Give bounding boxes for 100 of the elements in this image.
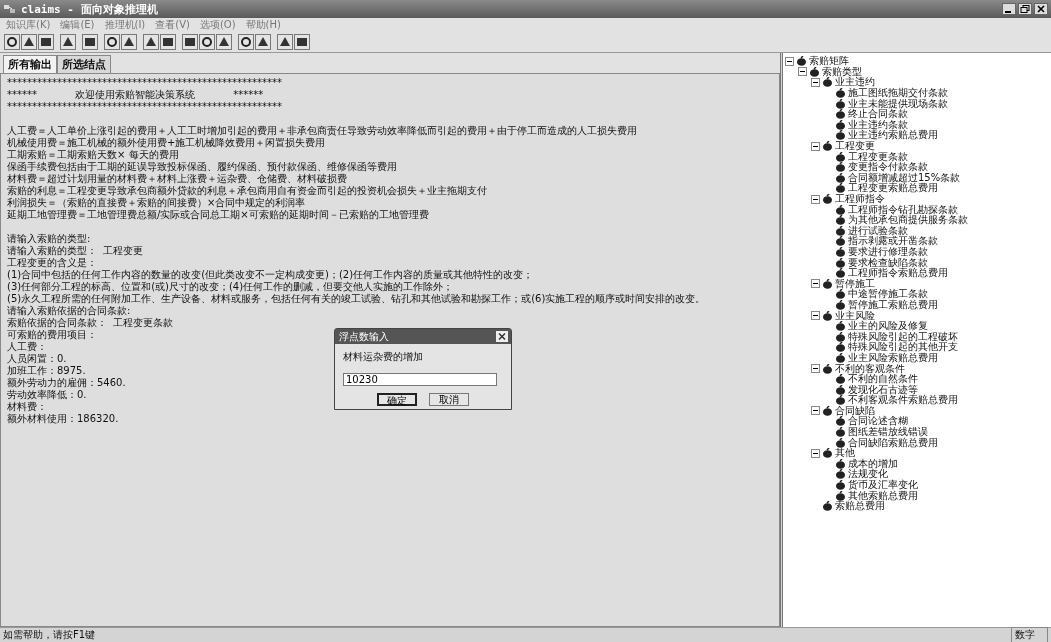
collapse-icon[interactable]: [811, 279, 820, 289]
collapse-icon[interactable]: [785, 56, 794, 66]
toolbar-icon[interactable]: [182, 34, 198, 50]
menu-item[interactable]: 查看(V): [155, 18, 190, 32]
tree-item[interactable]: 业主风险索赔总费用: [848, 352, 938, 363]
node-icon: [835, 88, 846, 99]
collapse-icon[interactable]: [811, 406, 820, 416]
tree-item[interactable]: 合同额增减超过15%条款: [848, 172, 961, 183]
tree-item[interactable]: 不利客观条件索赔总费用: [848, 395, 958, 406]
toolbar-icon[interactable]: [82, 34, 98, 50]
tree-item[interactable]: 业主的风险及修复: [848, 321, 928, 332]
tree-item[interactable]: 暂停施工索赔总费用: [848, 299, 938, 310]
tree-item[interactable]: 工程师指令钻孔勘探条款: [848, 204, 958, 215]
menu-item[interactable]: 选项(O): [199, 18, 236, 32]
toolbar-icon[interactable]: [216, 34, 232, 50]
toolbar-icon[interactable]: [160, 34, 176, 50]
tab[interactable]: 所选结点: [57, 55, 111, 73]
toolbar-icon[interactable]: [143, 34, 159, 50]
ok-button[interactable]: 确定: [377, 393, 417, 406]
tree-item[interactable]: 工程变更索赔总费用: [848, 183, 938, 194]
toolbar-icon[interactable]: [255, 34, 271, 50]
toolbar-icon[interactable]: [60, 34, 76, 50]
tree-item[interactable]: 货币及汇率变化: [848, 480, 918, 491]
tab[interactable]: 所有输出: [3, 55, 57, 73]
tree-item[interactable]: 工程变更条款: [848, 151, 908, 162]
menu-item[interactable]: 编辑(E): [60, 18, 95, 32]
toolbar-icon[interactable]: [238, 34, 254, 50]
tree-item[interactable]: 成本的增加: [848, 458, 898, 469]
tree-item[interactable]: 合同缺陷: [835, 405, 875, 416]
output-line: 材料费＝超过计划用量的材料费＋材料上涨费＋运杂费、仓储费、材料破损费: [7, 173, 347, 184]
toolbar-icon[interactable]: [199, 34, 215, 50]
output-line: 可索赔的费用项目：: [7, 329, 97, 340]
collapse-icon[interactable]: [811, 78, 820, 87]
output-line: 保函手续费包括由于工期的延误导致投标保函、履约保函、预付款保函、维修保函等费用: [7, 161, 397, 172]
tree-item[interactable]: 变更指令付款条款: [848, 162, 928, 173]
tree-item[interactable]: 指示剥露或开凿条款: [848, 236, 938, 247]
tree-item[interactable]: 施工图纸拖期交付条款: [848, 88, 948, 99]
output-line: *******************************************************: [7, 77, 282, 88]
toolbar-icon[interactable]: [104, 34, 120, 50]
tree-item[interactable]: 特殊风险引起的其他开支: [848, 342, 958, 353]
tree-item[interactable]: 要求检查缺陷条款: [848, 257, 928, 268]
tree-item[interactable]: 工程师指令: [835, 194, 885, 204]
tree-item[interactable]: 不利的自然条件: [848, 374, 918, 385]
node-icon: [835, 437, 846, 448]
close-icon[interactable]: [495, 330, 509, 343]
tree-item[interactable]: 其他索赔总费用: [848, 490, 918, 501]
tree-item[interactable]: 不利的客观条件: [835, 363, 905, 374]
collapse-icon[interactable]: [811, 141, 820, 151]
tree-item[interactable]: 业主违约: [835, 77, 875, 88]
collapse-icon[interactable]: [811, 311, 820, 321]
toolbar-icon[interactable]: [294, 34, 310, 50]
toolbar-icon[interactable]: [4, 34, 20, 50]
restore-icon[interactable]: [1018, 3, 1032, 15]
toolbar-icon[interactable]: [277, 34, 293, 50]
tree-item[interactable]: 业主未能提供现场条款: [848, 98, 948, 109]
tree-item[interactable]: 业主违约条款: [848, 119, 908, 130]
toolbar-icon[interactable]: [121, 34, 137, 50]
tree-item[interactable]: 索赔矩阵: [809, 56, 849, 67]
tree-item[interactable]: 发现化石古迹等: [848, 384, 918, 395]
tree-item[interactable]: 终止合同条款: [848, 109, 908, 120]
collapse-icon[interactable]: [811, 194, 820, 204]
collapse-icon[interactable]: [798, 67, 807, 77]
tree-item[interactable]: 工程变更: [835, 141, 875, 152]
collapse-icon[interactable]: [811, 448, 820, 458]
output-line: (5)永久工程所需的任何附加工作、生产设备、材料或服务，包括任何有关的竣工试验、钻孔和其他试验和勘探工作；或(6)实施工程的顺序或时间安排的改变。: [7, 293, 706, 304]
dialog-title: 浮点数输入: [339, 329, 389, 344]
tree-item[interactable]: 中途暂停施工条款: [848, 289, 928, 300]
output-line: 工程变更的含义是：: [7, 257, 97, 268]
tree-item[interactable]: 为其他承包商提供服务条款: [848, 215, 968, 226]
output-line: 机械使用费＝施工机械的额外使用费+施工机械降效费用＋闲置损失费用: [7, 137, 326, 148]
tree-item[interactable]: 特殊风险引起的工程破坏: [848, 331, 958, 342]
menu-item[interactable]: 知识库(K): [6, 18, 51, 32]
tree-item[interactable]: 业主风险: [835, 310, 875, 321]
menu-item[interactable]: 帮助(H): [245, 18, 281, 32]
tree-item[interactable]: 业主违约索赔总费用: [848, 130, 938, 141]
node-icon: [835, 183, 846, 194]
tree-item[interactable]: 进行试验条款: [848, 225, 908, 236]
minimize-icon[interactable]: [1002, 3, 1016, 15]
output-line: 请输入索赔的类型： 工程变更: [7, 245, 144, 256]
tree-item[interactable]: 工程师指令索赔总费用: [848, 268, 948, 279]
tree-item[interactable]: 法规变化: [848, 469, 888, 480]
node-icon: [822, 363, 833, 374]
tree-item[interactable]: 其他: [835, 448, 855, 459]
tree-item[interactable]: 合同缺陷索赔总费用: [848, 437, 938, 448]
tree-item[interactable]: 合同论述含糊: [848, 416, 908, 427]
output-line: 人工费＝人工单价上涨引起的费用＋人工工时增加引起的费用＋非承包商责任导致劳动效率降低而引起的费用＋由于停工而造成的人工损失费用: [7, 125, 637, 136]
output-line: 索赔的利息＝工程变更导致承包商额外贷款的利息＋承包商用自有资金而引起的投资机会损失＋业主拖期支付: [7, 185, 487, 196]
tree-item[interactable]: 图纸差错放线错误: [848, 427, 928, 438]
tree-item[interactable]: 索赔类型: [822, 66, 862, 77]
tree-item[interactable]: 要求进行修理条款: [848, 247, 928, 257]
menu-item[interactable]: 推理机(I): [104, 18, 146, 32]
value-field[interactable]: 10230: [343, 373, 497, 386]
close-icon[interactable]: [1034, 3, 1048, 15]
cancel-button[interactable]: 取消: [429, 393, 469, 406]
output-line: 劳动效率降低：0.: [7, 389, 87, 400]
tree-item[interactable]: 暂停施工: [835, 278, 875, 289]
tree-item[interactable]: 索赔总费用: [835, 501, 885, 512]
toolbar-icon[interactable]: [21, 34, 37, 50]
toolbar-icon[interactable]: [38, 34, 54, 50]
collapse-icon[interactable]: [811, 364, 820, 373]
